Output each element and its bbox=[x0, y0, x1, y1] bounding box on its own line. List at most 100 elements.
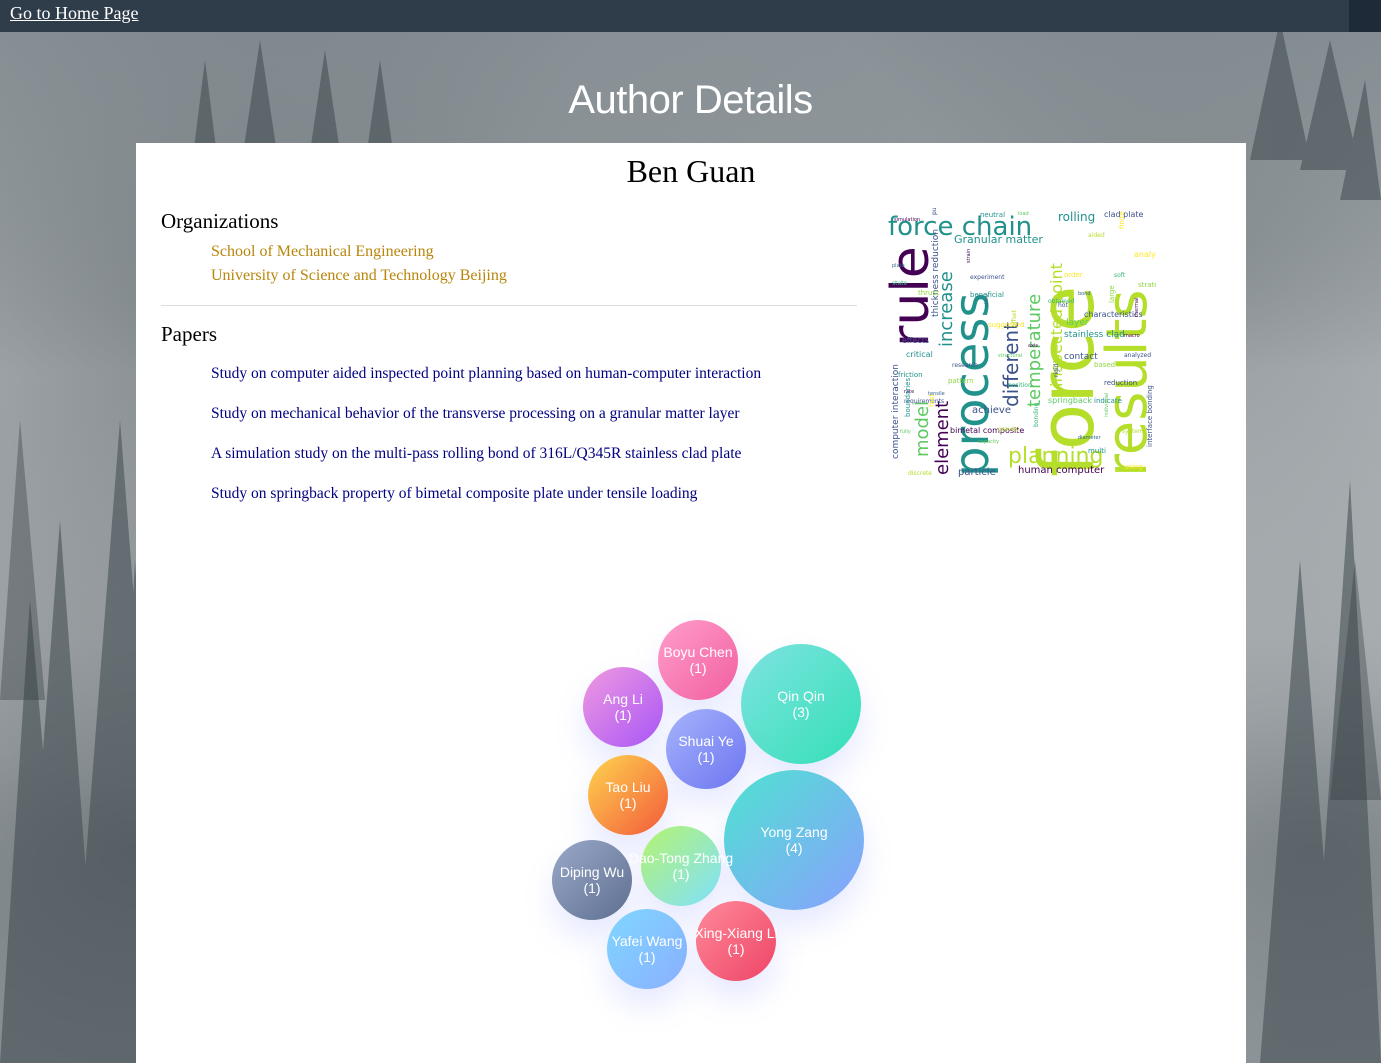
word-cloud-word: using bbox=[1124, 463, 1143, 471]
word-cloud-word: rigid bbox=[1053, 363, 1060, 377]
page-heading: Author Details bbox=[568, 78, 813, 122]
word-cloud-word: structural bbox=[998, 353, 1022, 359]
word-cloud-word: particle bbox=[958, 467, 996, 478]
coauthor-name: Dao-Tong Zhang bbox=[628, 850, 734, 866]
coauthor-bubble[interactable]: Yafei Wang (1) bbox=[607, 909, 687, 989]
paper-link[interactable]: Study on springback property of bimetal … bbox=[211, 485, 697, 503]
top-nav-bar: Go to Home Page bbox=[0, 0, 1349, 32]
word-cloud-word: analysis bbox=[1134, 250, 1156, 259]
word-cloud-word: finite bbox=[1118, 211, 1126, 229]
word-cloud-word: show bbox=[984, 294, 990, 307]
top-nav-bar-end bbox=[1349, 0, 1381, 32]
coauthor-count: (1) bbox=[689, 660, 707, 676]
word-cloud-word: order bbox=[1064, 271, 1083, 279]
word-cloud-word: different bbox=[999, 322, 1023, 407]
coauthor-name: Ang Li bbox=[603, 691, 643, 707]
word-cloud-word: element bbox=[932, 401, 953, 475]
organization-item: University of Science and Technology Bei… bbox=[211, 267, 507, 284]
word-cloud-word: critical bbox=[906, 350, 933, 359]
coauthor-name: Tao Liu bbox=[605, 779, 651, 795]
home-link[interactable]: Go to Home Page bbox=[10, 3, 138, 24]
paper-link[interactable]: A simulation study on the multi-pass rol… bbox=[211, 445, 741, 463]
word-cloud-word: effects bbox=[902, 336, 929, 345]
word-cloud-word: discrete bbox=[908, 470, 932, 477]
word-cloud-word: bond bbox=[1078, 291, 1091, 297]
word-cloud-word: pushing bbox=[931, 207, 938, 215]
word-cloud-word: interface bonding bbox=[1146, 385, 1154, 447]
word-cloud-word: strategy bbox=[1138, 281, 1156, 289]
word-cloud-word: individual bbox=[1104, 393, 1110, 417]
word-cloud-word: rolling bbox=[1058, 210, 1095, 224]
coauthor-name: Xing-Xiang Li bbox=[694, 925, 778, 941]
word-cloud-word: load bbox=[1018, 211, 1029, 217]
author-name: Ben Guan bbox=[626, 153, 756, 189]
word-cloud-word: simulation bbox=[894, 217, 920, 223]
word-cloud-word: bonding bbox=[1033, 402, 1040, 427]
word-cloud-word: research bbox=[952, 362, 978, 369]
word-cloud-word: temperature bbox=[1024, 294, 1045, 407]
word-cloud-word: fully bbox=[900, 429, 911, 435]
coauthor-count: (1) bbox=[619, 795, 637, 811]
word-cloud-word: pattern bbox=[948, 377, 974, 385]
word-cloud-word: position bbox=[1008, 382, 1032, 389]
coauthor-count: (3) bbox=[792, 704, 810, 720]
coauthor-count: (1) bbox=[614, 707, 632, 723]
author-card: Ben Guan Organizations School of Mechani… bbox=[136, 143, 1246, 1063]
coauthor-count: (1) bbox=[727, 941, 745, 957]
coauthor-bubble[interactable]: Xing-Xiang Li (1) bbox=[694, 901, 778, 981]
coauthor-bubble[interactable]: Boyu Chen (1) bbox=[658, 620, 738, 700]
papers-title: Papers bbox=[161, 322, 217, 346]
word-cloud-word: multi bbox=[1088, 447, 1106, 455]
word-cloud-word: axis bbox=[1028, 343, 1038, 349]
word-cloud-word: stainless clad bbox=[1064, 330, 1125, 340]
word-cloud-word: gravity bbox=[998, 426, 1020, 433]
word-cloud: force results process rule force chain planni… bbox=[888, 207, 1156, 481]
coauthor-bubble-chart: Boyu Chen (1) Qin Qin (3) Ang Li (1) Shuai Ye(… bbox=[536, 603, 896, 1043]
divider bbox=[161, 305, 857, 306]
word-cloud-word: experiment bbox=[970, 274, 1005, 281]
word-cloud-word: state bbox=[892, 280, 908, 287]
coauthor-name: Yafei Wang bbox=[611, 933, 683, 949]
coauthor-count: (1) bbox=[672, 866, 690, 882]
coauthor-count: (1) bbox=[697, 749, 715, 765]
word-cloud-word: tensile bbox=[928, 391, 945, 397]
word-cloud-word: achieve bbox=[972, 405, 1011, 416]
organizations-title: Organizations bbox=[161, 209, 279, 233]
coauthor-count: (1) bbox=[638, 949, 656, 965]
word-cloud-word: thrust bbox=[918, 289, 939, 297]
word-cloud-word: macro bbox=[1124, 333, 1140, 339]
word-cloud-word: suggested bbox=[988, 321, 1024, 329]
word-cloud-word: large bbox=[1108, 285, 1116, 303]
word-cloud-word: friction bbox=[898, 371, 923, 379]
word-cloud-word: analyzed bbox=[1124, 352, 1151, 359]
coauthor-bubble[interactable]: Yong Zang (4) bbox=[724, 770, 864, 910]
coauthor-name: Qin Qin bbox=[777, 688, 825, 704]
coauthor-name: Shuai Ye bbox=[678, 733, 734, 749]
word-cloud-word: based bbox=[1094, 361, 1115, 369]
coauthor-name: Yong Zang bbox=[760, 824, 828, 840]
coauthor-bubble[interactable]: Shuai Ye (1) bbox=[666, 709, 746, 789]
word-cloud-word: thickness reduction bbox=[931, 229, 941, 317]
coauthor-name: Boyu Chen bbox=[663, 644, 733, 660]
paper-link[interactable]: Study on computer aided inspected point … bbox=[211, 365, 761, 383]
word-cloud-word: neutral bbox=[980, 211, 1005, 219]
coauthor-name: Diping Wu bbox=[559, 864, 625, 880]
word-cloud-word: aided bbox=[1088, 232, 1105, 239]
word-cloud-word: plate bbox=[892, 263, 905, 269]
word-cloud-word: diameter bbox=[1078, 435, 1102, 441]
coauthor-bubble[interactable]: Ang Li (1) bbox=[583, 667, 663, 747]
word-cloud-word: layer bbox=[1066, 318, 1089, 328]
word-cloud-word: soft bbox=[1114, 272, 1126, 279]
word-cloud-word: model bbox=[912, 401, 933, 457]
word-cloud-word: hot bbox=[1058, 302, 1068, 309]
word-cloud-word: thermal bbox=[1134, 298, 1140, 318]
word-cloud-word: reduction bbox=[1104, 379, 1137, 387]
coauthor-bubble[interactable]: Tao Liu (1) bbox=[588, 755, 668, 835]
paper-link[interactable]: Study on mechanical behavior of the tran… bbox=[211, 405, 740, 423]
coauthor-bubble[interactable]: Qin Qin (3) bbox=[741, 644, 861, 764]
coauthor-bubble[interactable]: Dao-Tong Zhang (1) bbox=[629, 826, 733, 906]
coauthor-count: (1) bbox=[583, 880, 601, 896]
coauthor-bubble[interactable]: Diping Wu (1) bbox=[552, 840, 632, 920]
word-cloud-word: system bbox=[1122, 428, 1144, 435]
coauthor-count: (4) bbox=[785, 840, 803, 856]
